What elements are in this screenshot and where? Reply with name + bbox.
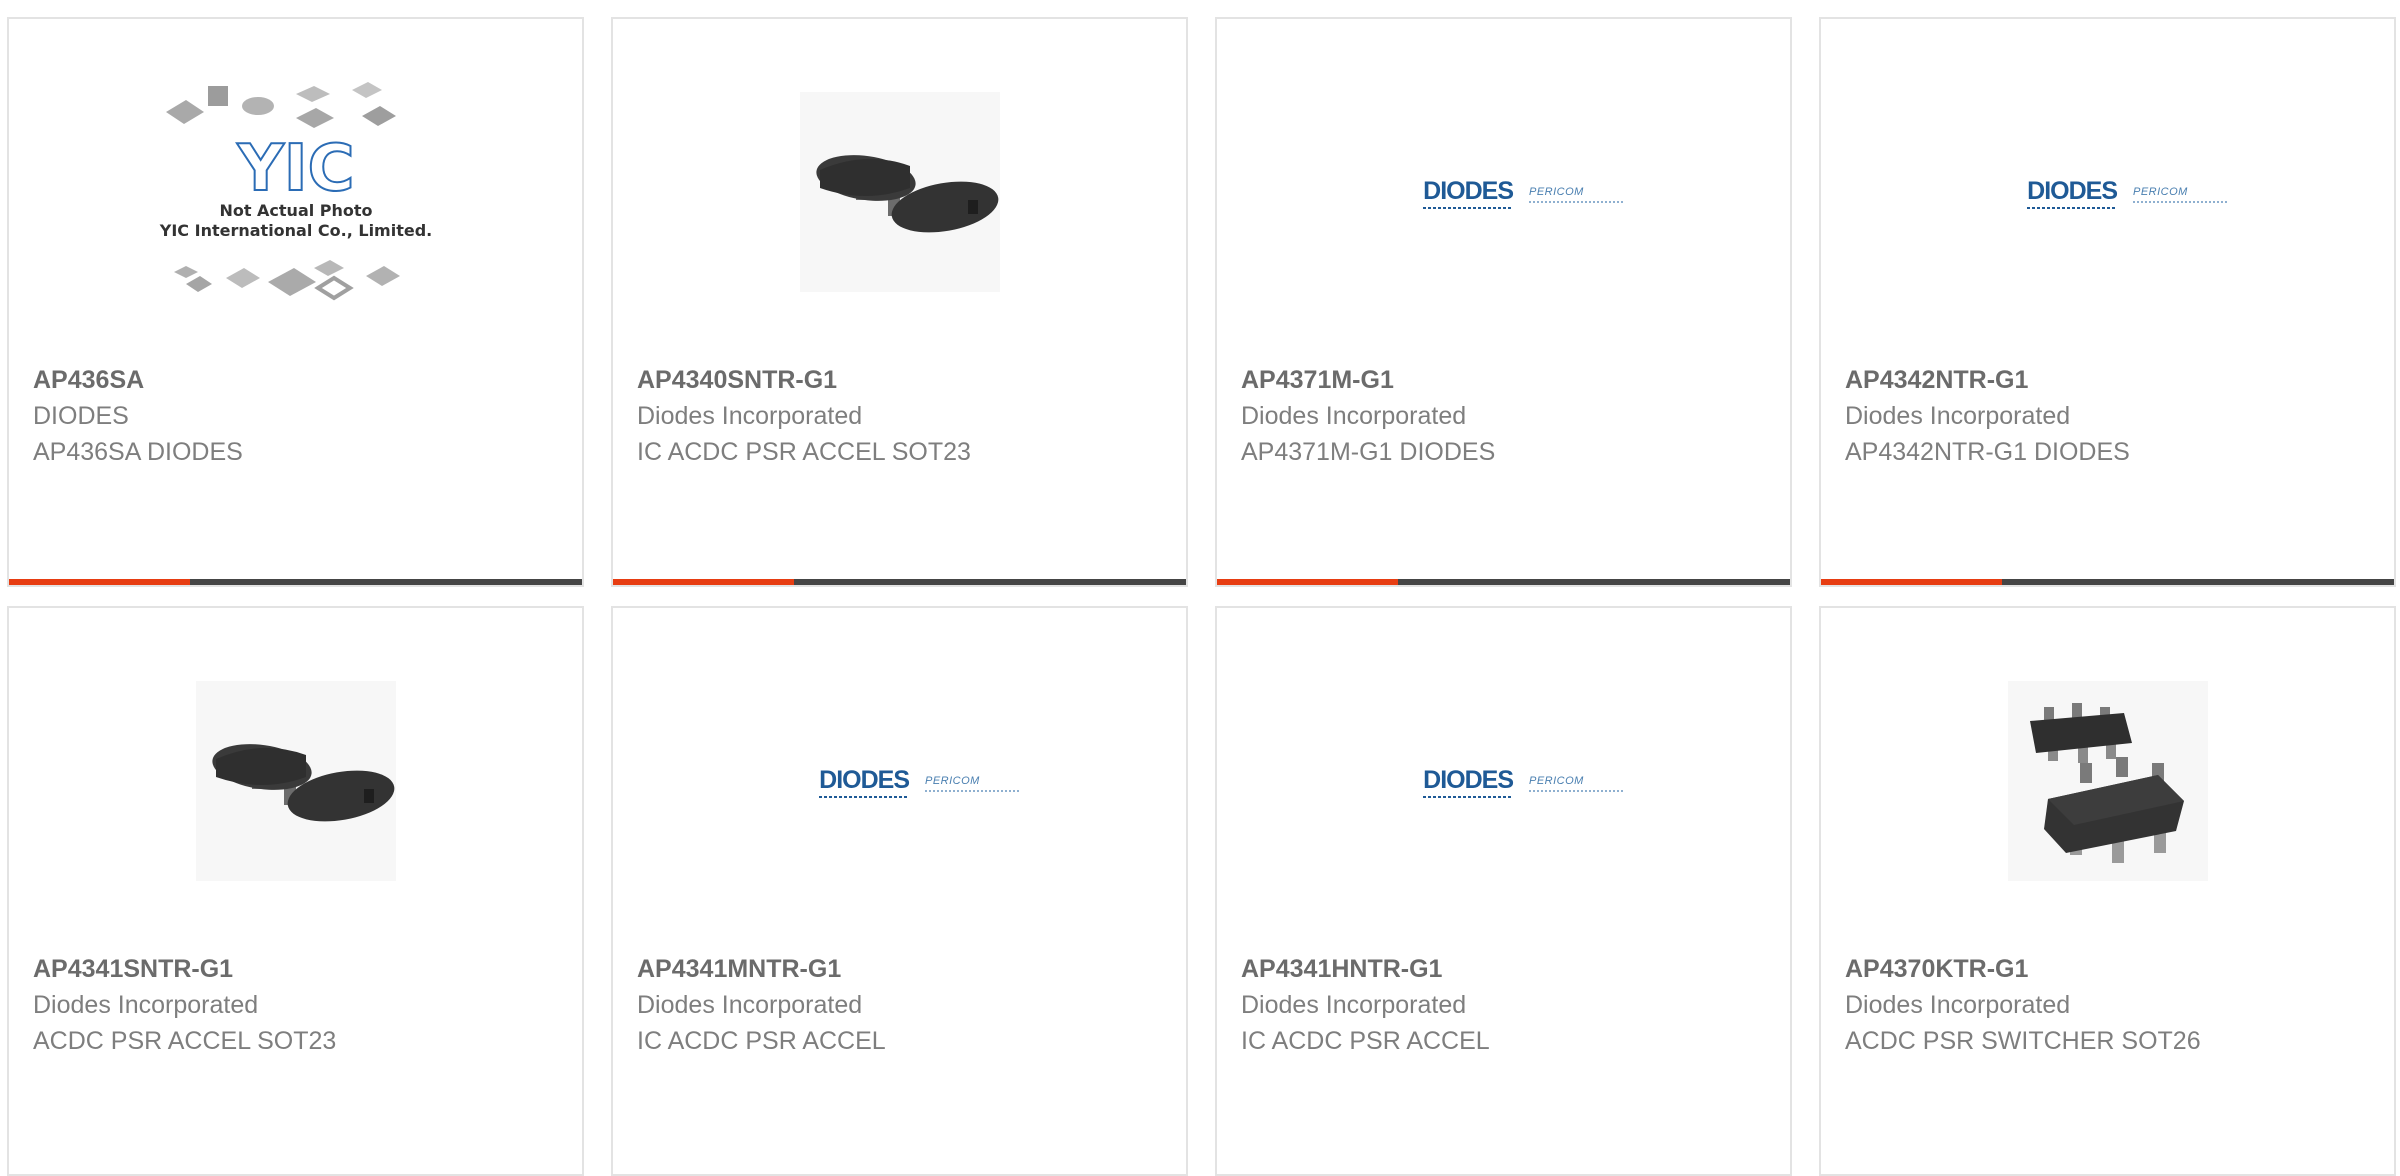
product-card[interactable]: DIODES PERICOM AP4342NTR-G1 Diodes Incor…	[1819, 17, 2396, 587]
card-bottom-bar	[613, 579, 1186, 585]
product-info: AP4341HNTR-G1 Diodes Incorporated IC ACD…	[1241, 951, 1780, 1059]
product-image[interactable]: DIODES PERICOM	[1217, 608, 1790, 953]
sot26-chip-image	[2007, 680, 2208, 881]
diodes-logo-text: DIODES	[819, 766, 910, 798]
diodes-logo-text: DIODES	[1423, 766, 1514, 798]
part-number[interactable]: AP4341MNTR-G1	[637, 951, 1176, 987]
product-card[interactable]: DIODES PERICOM AP4371M-G1 Diodes Incorpo…	[1215, 17, 1792, 587]
product-image[interactable]: DIODES PERICOM	[1821, 19, 2394, 364]
manufacturer: Diodes Incorporated	[1241, 991, 1467, 1019]
manufacturer: DIODES	[33, 402, 129, 430]
part-number[interactable]: AP4370KTR-G1	[1845, 951, 2384, 987]
diodes-logo: DIODES PERICOM	[2027, 177, 2228, 209]
accent-bar	[1821, 579, 2002, 585]
description: AP4371M-G1 DIODES	[1241, 438, 1496, 466]
card-bottom-bar	[1217, 579, 1790, 585]
accent-bar	[1217, 579, 1398, 585]
part-number[interactable]: AP436SA	[33, 362, 572, 398]
product-card[interactable]: AP4340SNTR-G1 Diodes Incorporated IC ACD…	[611, 17, 1188, 587]
product-info: AP4342NTR-G1 Diodes Incorporated AP4342N…	[1845, 362, 2384, 470]
product-image[interactable]: DIODES PERICOM	[613, 608, 1186, 953]
not-actual-photo-placeholder: YIC Not Actual Photo YIC International C…	[158, 81, 432, 300]
sot23-chip-image	[195, 680, 396, 881]
description: ACDC PSR ACCEL SOT23	[33, 1027, 337, 1055]
product-image[interactable]: DIODES PERICOM	[1217, 19, 1790, 364]
pericom-logo-text: PERICOM	[1529, 774, 1624, 792]
description: IC ACDC PSR ACCEL	[1241, 1027, 1490, 1055]
product-image[interactable]	[1821, 608, 2394, 953]
product-card[interactable]: AP4370KTR-G1 Diodes Incorporated ACDC PS…	[1819, 606, 2396, 1176]
sot23-chip-image	[799, 91, 1000, 292]
product-info: AP4341SNTR-G1 Diodes Incorporated ACDC P…	[33, 951, 572, 1059]
diodes-logo-text: DIODES	[2027, 177, 2118, 209]
manufacturer: Diodes Incorporated	[1845, 402, 2071, 430]
product-image[interactable]: YIC Not Actual Photo YIC International C…	[9, 19, 582, 364]
diodes-logo: DIODES PERICOM	[1423, 766, 1624, 798]
product-grid: YIC Not Actual Photo YIC International C…	[0, 0, 2400, 1176]
description: AP436SA DIODES	[33, 438, 243, 466]
description: ACDC PSR SWITCHER SOT26	[1845, 1027, 2201, 1055]
manufacturer: Diodes Incorporated	[637, 991, 863, 1019]
product-card[interactable]: AP4341SNTR-G1 Diodes Incorporated ACDC P…	[7, 606, 584, 1176]
manufacturer: Diodes Incorporated	[1845, 991, 2071, 1019]
product-image[interactable]	[613, 19, 1186, 364]
product-image[interactable]	[9, 608, 582, 953]
accent-bar	[9, 579, 190, 585]
diodes-logo: DIODES PERICOM	[1423, 177, 1624, 209]
part-number[interactable]: AP4341HNTR-G1	[1241, 951, 1780, 987]
product-card[interactable]: DIODES PERICOM AP4341MNTR-G1 Diodes Inco…	[611, 606, 1188, 1176]
description: AP4342NTR-G1 DIODES	[1845, 438, 2130, 466]
product-info: AP4341MNTR-G1 Diodes Incorporated IC ACD…	[637, 951, 1176, 1059]
pericom-logo-text: PERICOM	[2133, 185, 2228, 203]
diodes-logo-text: DIODES	[1423, 177, 1514, 209]
card-bottom-bar	[1821, 579, 2394, 585]
product-info: AP4371M-G1 Diodes Incorporated AP4371M-G…	[1241, 362, 1780, 470]
diodes-logo: DIODES PERICOM	[819, 766, 1020, 798]
part-number[interactable]: AP4371M-G1	[1241, 362, 1780, 398]
manufacturer: Diodes Incorporated	[1241, 402, 1467, 430]
product-info: AP4370KTR-G1 Diodes Incorporated ACDC PS…	[1845, 951, 2384, 1059]
card-bottom-bar	[9, 579, 582, 585]
product-card[interactable]: YIC Not Actual Photo YIC International C…	[7, 17, 584, 587]
manufacturer: Diodes Incorporated	[33, 991, 259, 1019]
pericom-logo-text: PERICOM	[1529, 185, 1624, 203]
product-card[interactable]: DIODES PERICOM AP4341HNTR-G1 Diodes Inco…	[1215, 606, 1792, 1176]
part-number[interactable]: AP4340SNTR-G1	[637, 362, 1176, 398]
product-info: AP4340SNTR-G1 Diodes Incorporated IC ACD…	[637, 362, 1176, 470]
part-number[interactable]: AP4341SNTR-G1	[33, 951, 572, 987]
description: IC ACDC PSR ACCEL SOT23	[637, 438, 971, 466]
part-number[interactable]: AP4342NTR-G1	[1845, 362, 2384, 398]
placeholder-line1: Not Actual Photo	[219, 201, 372, 220]
product-info: AP436SA DIODES AP436SA DIODES	[33, 362, 572, 470]
placeholder-line2: YIC International Co., Limited.	[158, 221, 431, 240]
yic-logo: YIC	[236, 132, 354, 206]
pericom-logo-text: PERICOM	[925, 774, 1020, 792]
manufacturer: Diodes Incorporated	[637, 402, 863, 430]
description: IC ACDC PSR ACCEL	[637, 1027, 886, 1055]
accent-bar	[613, 579, 794, 585]
